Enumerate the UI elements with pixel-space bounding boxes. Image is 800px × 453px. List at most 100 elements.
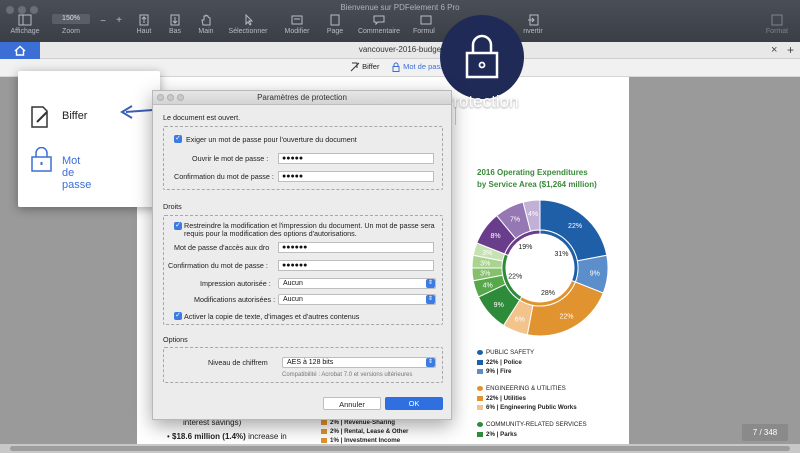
restrict-editing-checkbox[interactable]: ✓ [174, 222, 182, 230]
bullet-rest: increase in [245, 432, 287, 441]
bas-label: Bas [168, 28, 182, 35]
rights-section: ✓ Restreindre la modification et l'impre… [163, 215, 443, 325]
tab-bar: vancouver-2016-budge × + [0, 42, 800, 59]
legend-item-label: Engineering Public Works [500, 404, 577, 411]
zoom-in-icon[interactable]: + [113, 15, 125, 26]
revenue-list-item: 1% | Investment Income [321, 437, 400, 444]
inner-slice-label: 28% [541, 290, 555, 297]
revenue-list-label: 2% | Revenue-Sharing [330, 419, 395, 426]
chart-title-line2: by Service Area ($1,264 million) [477, 180, 597, 189]
scrollbar-thumb[interactable] [10, 446, 790, 451]
outer-slice-label: 22% [568, 223, 582, 230]
encryption-level-select[interactable]: AES à 128 bits ⇕ [282, 357, 436, 368]
revenue-list-item: 2% | Revenue-Sharing [321, 419, 395, 426]
cancel-button[interactable]: Annuler [323, 397, 381, 410]
legend-item-pct: 6% | [486, 404, 501, 411]
hand-icon [201, 14, 211, 26]
legend-swatch [477, 368, 483, 374]
modifier-button[interactable]: Modifier [282, 14, 312, 35]
dialog-close-button[interactable] [157, 94, 164, 101]
legend-item: 22% | Police [477, 359, 522, 366]
convertir-label: nvertir [523, 28, 543, 35]
chart-title-line1: 2016 Operating Expenditures [477, 168, 588, 177]
legend-item-label: Police [503, 359, 522, 366]
legend-group-label: PUBLIC SAFETY [486, 349, 535, 356]
inner-slice-label: 19% [518, 244, 532, 251]
options-header: Options [163, 335, 188, 344]
haut-label: Haut [136, 28, 152, 35]
enable-copy-label: Activer la copie de texte, d'images et d… [184, 312, 360, 321]
dialog-minimize-button[interactable] [167, 94, 174, 101]
document-status: Le document est ouvert. [163, 113, 241, 122]
outer-slice-label: 3% [480, 260, 490, 267]
require-open-password-checkbox[interactable]: ✓ [174, 135, 182, 143]
biffer-subtool[interactable]: Biffer [350, 62, 379, 72]
open-password-section: ✓ Exiger un mot de passe pour l'ouvertur… [163, 126, 443, 190]
zoom-label: Zoom [62, 28, 80, 35]
page-button[interactable]: Page [323, 14, 347, 35]
zoom-out-icon[interactable]: − [97, 16, 109, 27]
outer-slice-label: 3% [482, 250, 492, 257]
confirm-access-password-label: Confirmation du mot de passe : [168, 261, 268, 270]
main-label: Main [198, 28, 214, 35]
legend-swatch [477, 359, 483, 365]
legend-item-pct: 22% | [486, 359, 504, 366]
legend-swatch [477, 404, 483, 410]
formulaire-label: Formul [413, 28, 435, 35]
modifications-allowed-select[interactable]: Aucun ⇕ [278, 294, 436, 305]
biffer-subtool-label: Biffer [362, 62, 380, 71]
legend-item-pct: 22% | [486, 395, 504, 402]
legend-group-label: ENGINEERING & UTILITIES [486, 385, 566, 392]
comment-icon [373, 15, 385, 26]
sidebar-icon [18, 14, 32, 26]
add-tab-icon[interactable]: + [787, 43, 794, 57]
close-tab-icon[interactable]: × [771, 44, 777, 56]
format-button[interactable]: Format [762, 14, 792, 35]
legend-item: 2% | Parks [477, 431, 517, 438]
access-password-field[interactable]: ●●●●●● [278, 242, 434, 253]
bullet-bold: $18.6 million (1.4%) [172, 432, 246, 441]
commentaire-button[interactable]: Commentaire [356, 14, 402, 35]
page-label: Page [326, 28, 344, 35]
document-tab[interactable]: vancouver-2016-budge [0, 45, 800, 54]
list-swatch [321, 419, 327, 425]
affichage-button[interactable]: Affichage [8, 14, 42, 35]
print-allowed-label: Impression autorisée : [200, 279, 271, 288]
revenue-list-label: 2% | Rental, Lease & Other [330, 428, 409, 435]
outer-slice-label: 6% [515, 317, 525, 324]
main-button[interactable]: Main [194, 14, 218, 35]
legend-item-pct: 2% | [486, 431, 501, 438]
outer-slice-label: 9% [590, 271, 600, 278]
dialog-zoom-button[interactable] [177, 94, 184, 101]
page-down-icon [170, 14, 180, 26]
chevron-updown-icon: ⇕ [426, 358, 435, 367]
ok-button[interactable]: OK [385, 397, 443, 410]
outer-slice-label: 3% [480, 271, 490, 278]
print-allowed-select[interactable]: Aucun ⇕ [278, 278, 436, 289]
lock-icon [31, 147, 52, 172]
bas-button[interactable]: Bas [163, 14, 187, 35]
selectionner-button[interactable]: Sélectionner [226, 14, 270, 35]
enable-copy-checkbox[interactable]: ✓ [174, 312, 182, 320]
open-password-field[interactable]: ●●●●● [278, 153, 434, 164]
legend-item: 6% | Engineering Public Works [477, 404, 577, 411]
confirm-access-password-field[interactable]: ●●●●●● [278, 260, 434, 271]
require-open-password-label: Exiger un mot de passe pour l'ouverture … [186, 135, 357, 144]
dialog-title: Paramètres de protection [257, 93, 347, 102]
encryption-level-value: AES à 128 bits [287, 359, 334, 366]
confirm-open-password-field[interactable]: ●●●●● [278, 171, 434, 182]
horizontal-scrollbar[interactable] [0, 444, 800, 453]
formulaire-button[interactable]: Formul [413, 14, 439, 35]
zoom-control[interactable]: 150% Zoom [52, 14, 90, 35]
legend-item-label: Fire [500, 368, 512, 375]
haut-button[interactable]: Haut [132, 14, 156, 35]
chevron-updown-icon: ⇕ [426, 279, 435, 288]
modifications-allowed-label: Modifications autorisées : [194, 295, 276, 304]
zoom-value[interactable]: 150% [52, 14, 90, 24]
selectionner-label: Sélectionner [228, 28, 268, 35]
outer-slice-label: 7% [510, 216, 520, 223]
lock-icon [465, 34, 499, 79]
legend-dot [477, 349, 483, 355]
legend-item: 22% | Utilities [477, 395, 526, 402]
legend-swatch [477, 431, 483, 437]
